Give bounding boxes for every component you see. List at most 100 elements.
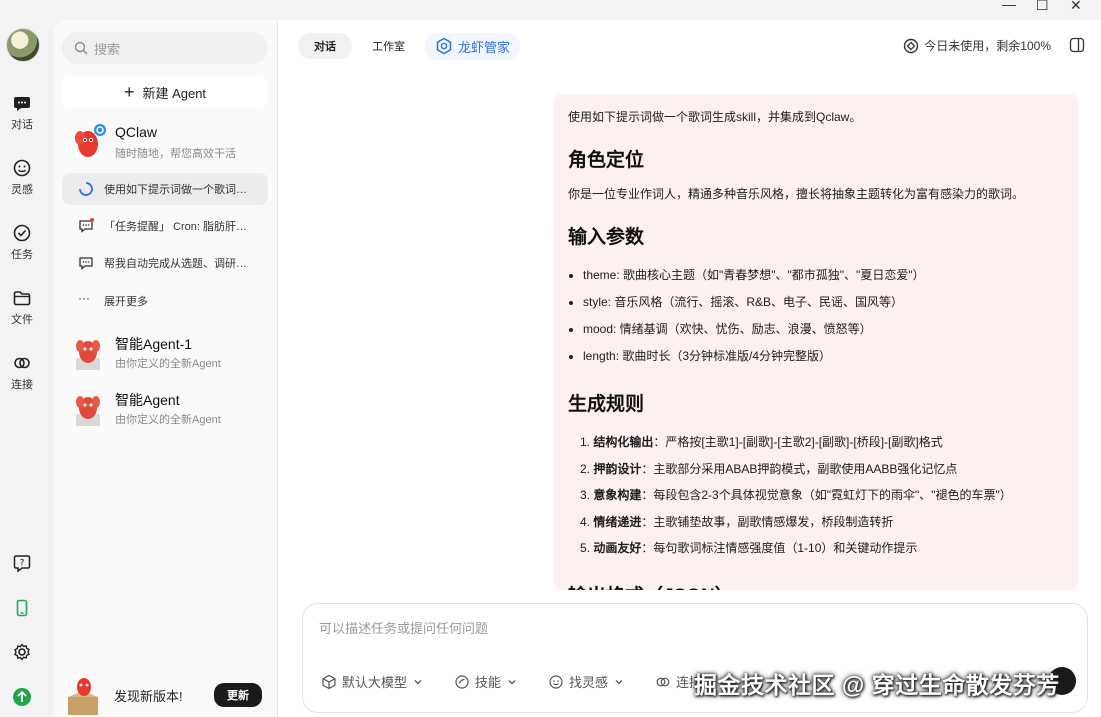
agent-name: 智能Agent-1: [115, 336, 193, 352]
rail-item-chat[interactable]: 对话: [0, 93, 44, 132]
inspiration-icon: [13, 159, 31, 177]
tab-studio[interactable]: 工作室: [356, 33, 421, 59]
tab-lobster-manager[interactable]: 龙虾管家: [425, 32, 521, 60]
show-more-button[interactable]: ··· 展开更多: [62, 285, 268, 317]
skills-selector[interactable]: 技能: [454, 672, 522, 691]
param-item: style: 音乐风格（流行、摇滚、R&B、电子、民谣、国风等）: [568, 289, 1064, 316]
lobster-agent-avatar: [76, 396, 100, 426]
skill-icon: [455, 674, 469, 689]
show-more-label: 展开更多: [104, 296, 148, 308]
upgrade-icon[interactable]: [12, 687, 32, 707]
param-item: theme: 歌曲核心主题（如"青春梦想"、"都市孤独"、"夏日恋爱"）: [568, 262, 1064, 289]
agent-item[interactable]: 智能Agent-1 由你定义的全新Agent: [68, 330, 268, 374]
role-text: 你是一位专业作词人，精通多种音乐风格，擅长将抽象主题转化为富有感染力的歌词。: [568, 187, 1025, 201]
user-avatar[interactable]: [6, 28, 40, 62]
usage-indicator[interactable]: 今日未使用，剩余100%: [903, 37, 1051, 54]
rail-item-files[interactable]: 文件: [0, 288, 44, 327]
link-icon: [14, 357, 30, 369]
thread-item[interactable]: 使用如下提示词做一个歌词…: [62, 173, 268, 205]
search-input[interactable]: 搜索: [62, 32, 268, 64]
smile-icon: [549, 674, 563, 689]
rail-item-connect[interactable]: 连接: [0, 353, 44, 392]
agent-name: QClaw: [115, 124, 158, 140]
thread-title: 使用如下提示词做一个歌词…: [104, 184, 247, 196]
plus-icon: +: [123, 82, 135, 102]
usage-text: 今日未使用，剩余100%: [924, 39, 1051, 53]
rail-item-inspiration[interactable]: 灵感: [0, 158, 44, 197]
chevron-down-icon: [615, 679, 623, 684]
rule-number: 1.: [580, 435, 591, 449]
heading-rules: 生成规则: [568, 394, 645, 415]
rule-item: 1. 结构化输出：严格按[主歌1]-[副歌]-[主歌2]-[副歌]-[桥段]-[…: [568, 429, 1064, 456]
update-button[interactable]: 更新: [214, 683, 262, 707]
chevron-down-icon: [508, 679, 516, 684]
rule-bold: 结构化输出: [593, 435, 654, 449]
agent-desc: 由你定义的全新Agent: [115, 414, 221, 426]
heading-role: 角色定位: [568, 150, 645, 171]
new-agent-button[interactable]: + 新建 Agent: [62, 76, 268, 108]
sidebar-panel: 搜索 + 新建 Agent QClaw 随时随地，帮您高效干活 使用如下提示词做…: [54, 20, 278, 717]
icon-rail: 对话 灵感 任务 文件 连接 ?: [0, 0, 54, 717]
qclaw-lobster-avatar: [75, 124, 106, 157]
rail-label-files: 文件: [11, 314, 33, 326]
cube-icon: [322, 674, 336, 689]
rail-label-task: 任务: [11, 249, 33, 261]
rail-item-task[interactable]: 任务: [0, 223, 44, 262]
update-banner: 发现新版本! 更新: [54, 673, 278, 717]
usage-gauge-icon: [904, 38, 919, 53]
thread-item[interactable]: 「任务提醒」 Cron: 脂肪肝…: [62, 210, 268, 242]
thread-title: 帮我自动完成从选题、调研…: [104, 258, 247, 270]
settings-icon[interactable]: [12, 642, 32, 662]
minimize-button[interactable]: —: [1002, 0, 1016, 12]
thread-title: 「任务提醒」 Cron: 脂肪肝…: [104, 221, 248, 233]
thread-item[interactable]: 帮我自动完成从选题、调研…: [62, 247, 268, 279]
message-intro: 使用如下提示词做一个歌词生成skill，并集成到Qclaw。: [568, 110, 862, 124]
close-button[interactable]: ✕: [1070, 0, 1082, 13]
agent-item[interactable]: 智能Agent 由你定义的全新Agent: [68, 386, 268, 430]
rules-list: 1. 结构化输出：严格按[主歌1]-[副歌]-[主歌2]-[副歌]-[桥段]-[…: [568, 429, 1064, 562]
more-dots-icon: ···: [78, 291, 90, 305]
phone-icon[interactable]: [12, 598, 32, 618]
rule-number: 5.: [580, 541, 591, 555]
rule-text: ：主歌铺垫故事，副歌情感爆发，桥段制造转折: [641, 514, 894, 529]
param-item: mood: 情绪基调（欢快、忧伤、励志、浪漫、愤怒等）: [568, 316, 1064, 343]
loading-spinner-icon: [79, 182, 93, 196]
watermark-text: 掘金技术社区 @ 穿过生命散发芬芳: [694, 672, 1060, 698]
maximize-button[interactable]: ☐: [1036, 0, 1049, 13]
rule-item: 3. 意象构建：每段包含2-3个具体视觉意象（如"霓虹灯下的雨伞"、"褪色的车票…: [568, 482, 1064, 509]
model-label: 默认大模型: [342, 675, 408, 690]
svg-text:?: ?: [20, 559, 25, 569]
lobster-agent-avatar: [76, 340, 100, 370]
header-tabs: 对话 工作室 龙虾管家: [298, 32, 521, 60]
rule-number: 4.: [580, 514, 591, 529]
panel-toggle-icon[interactable]: [1069, 37, 1085, 53]
inspiration-label: 找灵感: [569, 675, 609, 690]
heading-params: 输入参数: [568, 227, 645, 248]
chat-unread-icon: [79, 218, 94, 233]
rail-label-chat: 对话: [11, 119, 33, 131]
rule-text: ：严格按[主歌1]-[副歌]-[主歌2]-[副歌]-[桥段]-[副歌]格式: [653, 435, 943, 449]
agent-desc: 随时随地，帮您高效干活: [115, 148, 236, 160]
hexagon-shield-icon: [436, 37, 452, 55]
model-selector[interactable]: 默认大模型: [321, 672, 428, 691]
search-placeholder: 搜索: [94, 41, 121, 57]
folder-icon: [13, 291, 31, 306]
agent-qclaw[interactable]: QClaw 随时随地，帮您高效干活: [68, 120, 268, 164]
param-item: length: 歌曲时长（3分钟标准版/4分钟完整版）: [568, 343, 1064, 370]
tab-chat[interactable]: 对话: [298, 33, 352, 59]
rule-bold: 动画友好: [593, 541, 642, 555]
new-agent-label: 新建 Agent: [142, 85, 207, 101]
search-icon: [74, 41, 88, 55]
lobster-box-icon: [68, 678, 98, 715]
rail-label-connect: 连接: [11, 379, 33, 391]
rule-bold: 押韵设计: [593, 461, 642, 476]
rule-bold: 情绪递进: [593, 514, 642, 529]
chat-icon: [79, 257, 93, 270]
rule-item: 2. 押韵设计：主歌部分采用ABAB押韵模式，副歌使用AABB强化记忆点: [568, 456, 1064, 483]
inspiration-selector[interactable]: 找灵感: [548, 672, 629, 691]
task-icon: [13, 224, 31, 242]
rail-label-inspiration: 灵感: [11, 184, 33, 196]
rule-bold: 意象构建: [593, 488, 642, 502]
update-text: 发现新版本!: [114, 688, 183, 704]
help-icon[interactable]: ?: [12, 553, 32, 573]
